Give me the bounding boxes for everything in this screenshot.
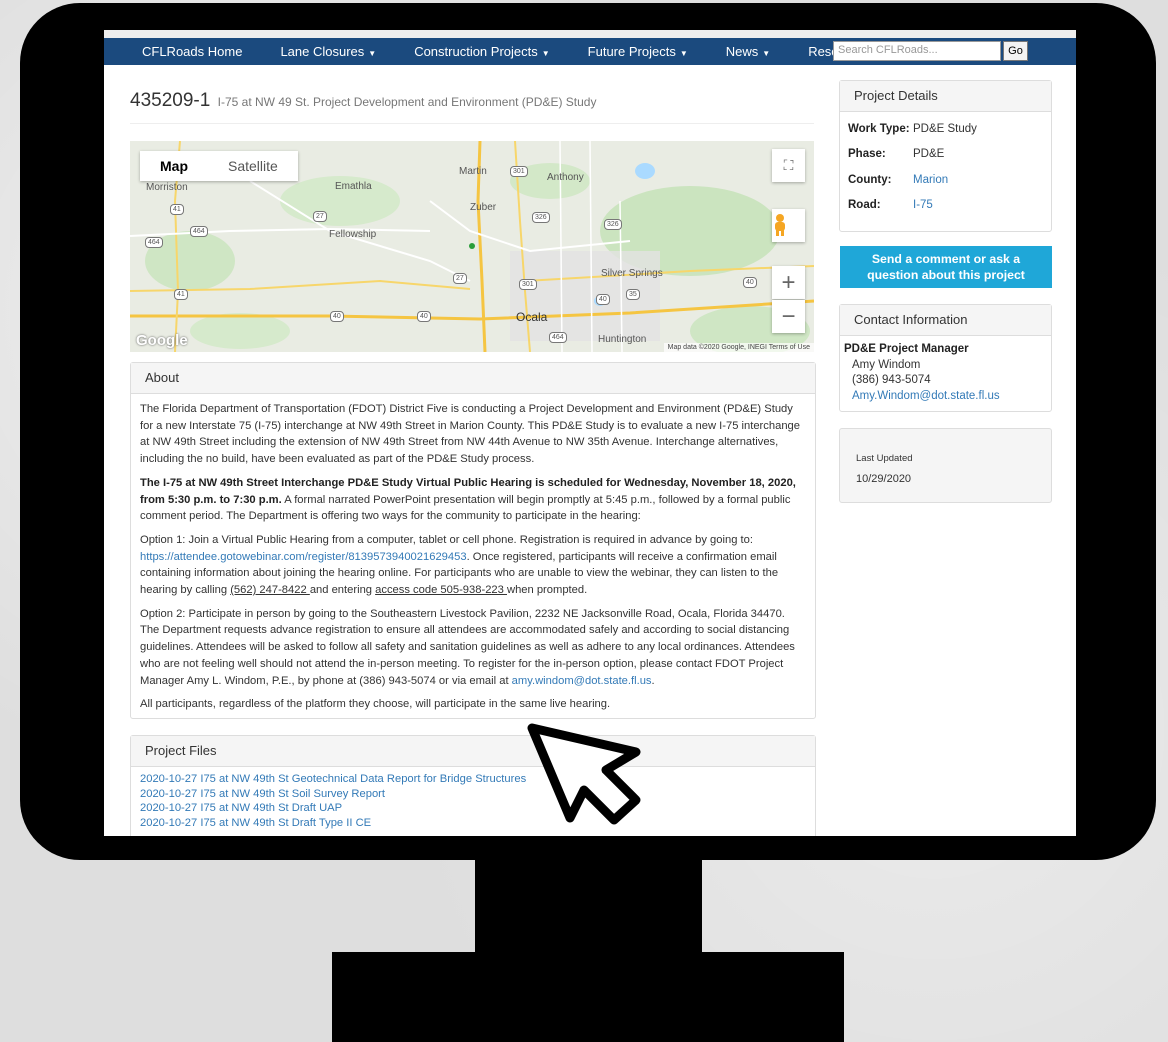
about-heading: About [131, 363, 815, 394]
road-shield: 301 [519, 279, 537, 290]
phone-number: (562) 247-8422 [230, 584, 310, 597]
about-body: The Florida Department of Transportation… [131, 394, 815, 727]
details-row-work-type: Work Type: PD&E Study [848, 122, 977, 135]
zoom-in-icon[interactable]: + [772, 266, 805, 299]
last-updated-panel: Last Updated 10/29/2020 [839, 428, 1052, 503]
nav-construction-projects[interactable]: Construction Projects ▼ [414, 44, 549, 59]
last-updated-date: 10/29/2020 [856, 473, 912, 485]
road-shield: 40 [330, 311, 344, 322]
road-shield: 35 [626, 289, 640, 300]
caret-down-icon: ▼ [368, 49, 377, 58]
caret-down-icon: ▼ [679, 49, 688, 58]
file-link[interactable]: 2020-10-27 I75 at NW 49th St Draft UAP [140, 802, 342, 814]
search-input[interactable]: Search CFLRoads... [833, 41, 1001, 61]
nav-news[interactable]: News ▼ [726, 44, 770, 59]
road-link[interactable]: I-75 [913, 199, 933, 211]
details-row-road: Road: I-75 [848, 199, 933, 212]
email-link[interactable]: amy.windom@dot.state.fl.us [512, 675, 652, 687]
browser-screen: CFLRoads Home Lane Closures ▼ Constructio… [104, 30, 1076, 836]
nav-future-projects[interactable]: Future Projects ▼ [588, 44, 688, 59]
access-code: access code 505-938-223 [375, 584, 507, 597]
google-logo: Google [136, 332, 188, 349]
nav-home[interactable]: CFLRoads Home [142, 44, 242, 59]
project-files-heading: Project Files [131, 736, 815, 767]
road-shield: 41 [174, 289, 188, 300]
contact-email-link[interactable]: Amy.Windom@dot.state.fl.us [852, 390, 1000, 402]
divider [130, 123, 814, 124]
zoom-out-icon[interactable]: − [772, 300, 805, 333]
project-files-panel: Project Files 2020-10-27 I75 at NW 49th … [130, 735, 816, 836]
about-panel: About The Florida Department of Transpor… [130, 362, 816, 719]
monitor-base [332, 952, 844, 1042]
monitor-neck [475, 855, 702, 955]
road-shield: 301 [510, 166, 528, 177]
map-place-label: Anthony [547, 172, 584, 183]
map-credit: Map data ©2020 Google, INEGI Terms of Us… [663, 343, 814, 352]
road-shield: 40 [743, 277, 757, 288]
road-shield: 464 [145, 237, 163, 248]
map-place-label: Martin [459, 166, 487, 177]
road-shield: 40 [417, 311, 431, 322]
caret-down-icon: ▼ [541, 49, 550, 58]
webinar-link[interactable]: https://attendee.gotowebinar.com/registe… [140, 551, 467, 563]
nav-lane-closures[interactable]: Lane Closures ▼ [280, 44, 376, 59]
option2-paragraph: Option 2: Participate in person by going… [140, 607, 795, 687]
project-title: I-75 at NW 49 St. Project Development an… [217, 95, 597, 109]
details-row-phase: Phase: PD&E [848, 148, 945, 161]
caret-down-icon: ▼ [762, 49, 771, 58]
contact-phone: (386) 943-5074 [852, 374, 931, 386]
search-go-button[interactable]: Go [1003, 41, 1028, 61]
road-shield: 326 [604, 219, 622, 230]
map-place-label: Zuber [470, 202, 497, 213]
about-paragraph: The Florida Department of Transportation… [140, 403, 800, 466]
project-files-list: 2020-10-27 I75 at NW 49th St Geotechnica… [131, 767, 815, 835]
map-place-label: Emathla [335, 181, 372, 192]
road-shield: 41 [170, 204, 184, 215]
project-map[interactable]: Morriston Emathla Martin Anthony Zuber F… [130, 141, 814, 352]
map-type-map-button[interactable]: Map [140, 151, 208, 181]
road-shield: 464 [190, 226, 208, 237]
road-shield: 326 [532, 212, 550, 223]
last-updated-label: Last Updated [856, 453, 913, 464]
navbar: CFLRoads Home Lane Closures ▼ Constructio… [104, 30, 1076, 65]
project-number: 435209-1 [130, 90, 211, 111]
file-link[interactable]: 2020-10-27 I75 at NW 49th St Draft Type … [140, 817, 371, 829]
road-shield: 40 [596, 294, 610, 305]
map-place-label: Huntington [598, 334, 647, 345]
map-place-label: Silver Springs [601, 268, 663, 279]
page-title: 435209-1 I-75 at NW 49 St. Project Devel… [130, 90, 596, 112]
pegman-icon[interactable] [772, 209, 805, 242]
contact-role: PD&E Project Manager [844, 343, 969, 355]
option1-paragraph: Option 1: Join a Virtual Public Hearing … [140, 533, 779, 597]
fullscreen-icon[interactable]: ⛶ [772, 149, 805, 182]
road-shield: 464 [549, 332, 567, 343]
county-link[interactable]: Marion [913, 174, 948, 186]
file-link[interactable]: 2020-10-27 I75 at NW 49th St Geotechnica… [140, 773, 526, 785]
map-place-label: Ocala [516, 310, 548, 324]
map-type-toggle: Map Satellite [140, 151, 298, 181]
map-place-label: Fellowship [329, 229, 377, 240]
closing-paragraph: All participants, regardless of the plat… [140, 698, 611, 711]
contact-name: Amy Windom [852, 358, 921, 371]
road-shield: 27 [313, 211, 327, 222]
send-comment-button[interactable]: Send a comment or ask a question about t… [840, 246, 1052, 288]
details-row-county: County: Marion [848, 173, 949, 186]
contact-panel: Contact Information PD&E Project Manager… [839, 304, 1052, 412]
road-shield: 27 [453, 273, 467, 284]
project-details-heading: Project Details [840, 81, 1051, 112]
contact-heading: Contact Information [840, 305, 1051, 336]
project-details-panel: Project Details Work Type: PD&E Study Pha… [839, 80, 1052, 232]
map-place-label: Morriston [146, 182, 188, 193]
hearing-paragraph: The I-75 at NW 49th Street Interchange P… [140, 476, 796, 523]
file-link[interactable]: 2020-10-27 I75 at NW 49th St Soil Survey… [140, 788, 385, 800]
cursor-arrow-icon [527, 723, 641, 825]
map-type-satellite-button[interactable]: Satellite [208, 151, 298, 181]
